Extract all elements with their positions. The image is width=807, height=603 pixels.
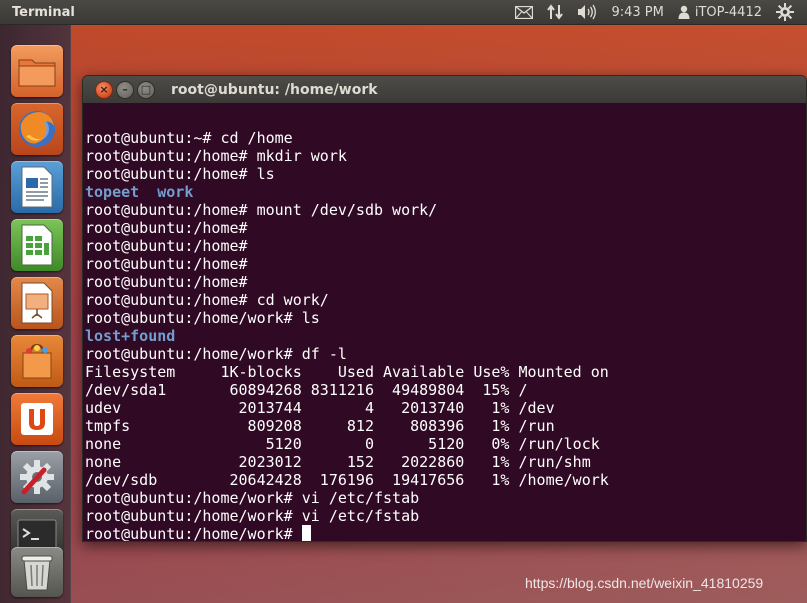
terminal-line: root@ubuntu:/home/work# df -l [85,345,347,363]
impress-icon [21,282,53,324]
launcher-ubuntu-one[interactable] [11,393,63,445]
terminal-line: root@ubuntu:/home/work# vi /etc/fstab [85,507,420,525]
window-controls: × – □ [83,80,171,99]
terminal-prompt-line: root@ubuntu:/home/work# [85,525,806,541]
gear-icon[interactable] [769,0,801,25]
network-icon[interactable] [540,0,570,25]
trash-icon [21,555,53,591]
shopping-bag-icon [22,343,52,379]
terminal-line: /dev/sdb 20642428 176196 19417656 1% /ho… [85,471,609,489]
top-panel: Terminal 9:43 PM iTOP-4412 [0,0,807,25]
clock[interactable]: 9:43 PM [604,0,670,25]
terminal-line: root@ubuntu:/home# [85,273,248,291]
launcher-trash[interactable] [11,547,63,597]
mail-icon[interactable] [508,0,540,25]
maximize-button[interactable]: □ [137,80,155,99]
window-title-bar[interactable]: × – □ root@ubuntu: /home/work [83,76,806,103]
terminal-line: root@ubuntu:/home# mount /dev/sdb work/ [85,201,438,219]
writer-icon [21,166,53,208]
terminal-line: root@ubuntu:/home# [85,237,248,255]
terminal-line: udev 2013744 4 2013740 1% /dev [85,399,555,417]
terminal-line: root@ubuntu:~# cd /home [85,129,293,147]
firefox-icon [19,111,55,147]
text-cursor [301,525,311,541]
close-button[interactable]: × [95,80,113,99]
launcher-system-settings[interactable] [11,451,63,503]
clock-label: 9:43 PM [611,4,664,20]
terminal-line: Filesystem 1K-blocks Used Available Use%… [85,363,609,381]
terminal-line: root@ubuntu:/home/work# vi /etc/fstab [85,489,420,507]
launcher-software-center[interactable] [11,335,63,387]
user-icon [678,5,690,19]
terminal-line: none 2023012 152 2022860 1% /run/shm [85,453,591,471]
launcher-libreoffice-impress[interactable] [11,277,63,329]
ubuntu-one-icon [21,403,53,435]
terminal-line: root@ubuntu:/home# cd work/ [85,291,329,309]
terminal-line: /dev/sda1 60894268 8311216 49489804 15% … [85,381,528,399]
window-title: root@ubuntu: /home/work [171,81,378,98]
watermark: https://blog.csdn.net/weixin_41810259 [525,575,764,591]
terminal-line: root@ubuntu:/home# mkdir work [85,147,347,165]
terminal-output[interactable]: root@ubuntu:~# cd /home root@ubuntu:/home… [83,103,806,541]
terminal-line: tmpfs 809208 812 808396 1% /run [85,417,555,435]
terminal-window[interactable]: × – □ root@ubuntu: /home/work root@ubunt… [82,75,807,542]
terminal-line: root@ubuntu:/home# [85,219,248,237]
launcher-libreoffice-writer[interactable] [11,161,63,213]
terminal-line: none 5120 0 5120 0% /run/lock [85,435,600,453]
terminal-line: root@ubuntu:/home# ls [85,165,275,183]
terminal-line: lost+found [85,327,176,345]
launcher-libreoffice-calc[interactable] [11,219,63,271]
user-menu[interactable]: iTOP-4412 [671,0,769,25]
active-app-title: Terminal [12,4,75,20]
terminal-line: root@ubuntu:/home/work# ls [85,309,320,327]
launcher-firefox[interactable] [11,103,63,155]
volume-icon[interactable] [570,0,604,25]
launcher-home-folder[interactable] [11,45,63,97]
terminal-line: topeet work [85,183,194,201]
launcher [0,25,71,603]
calc-icon [21,224,53,266]
user-name: iTOP-4412 [694,4,762,20]
terminal-prompt: root@ubuntu:/home/work# [85,525,302,541]
minimize-button[interactable]: – [116,80,134,99]
folder-icon [18,59,56,87]
settings-icon [20,460,54,495]
system-tray: 9:43 PM iTOP-4412 [508,0,807,25]
terminal-line: root@ubuntu:/home# [85,255,248,273]
